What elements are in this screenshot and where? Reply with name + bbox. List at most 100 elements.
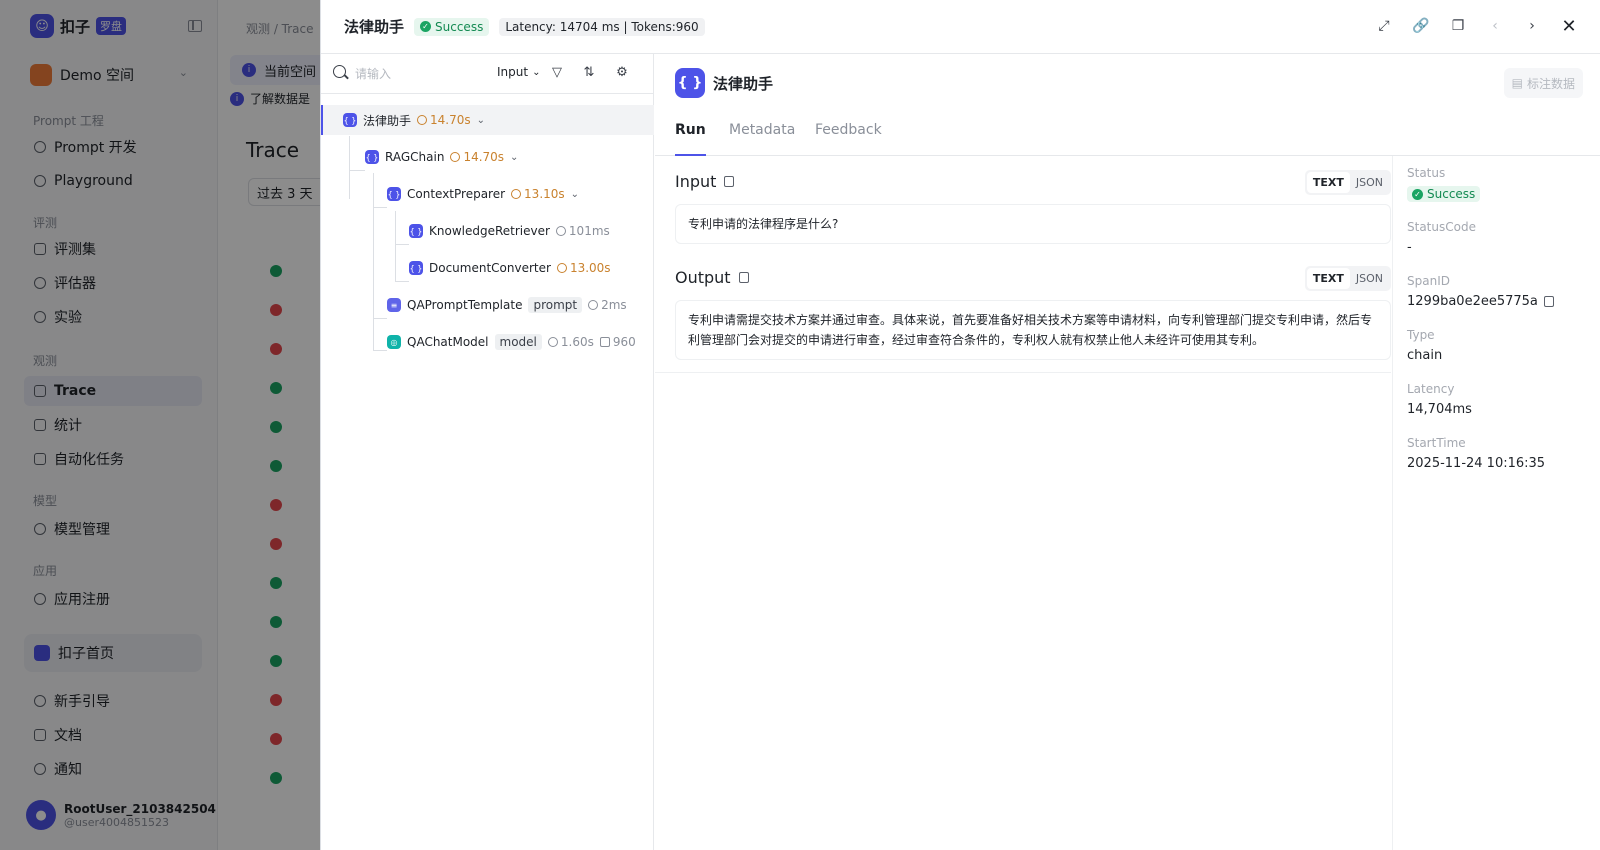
tab-run[interactable]: Run [675, 122, 706, 156]
tab-metadata[interactable]: Metadata [729, 122, 795, 156]
copy-icon[interactable]: ❐ [1448, 15, 1468, 37]
annotate-button[interactable]: ▤ 标注数据 [1503, 68, 1583, 98]
latency-value: 2ms [601, 298, 627, 312]
format-text-button[interactable]: TEXT [1306, 268, 1350, 289]
section-divider [655, 372, 1391, 373]
latency-value: 1.60s [560, 335, 594, 349]
tree-connector [395, 281, 409, 282]
tree-connector [395, 211, 396, 281]
collapse-all-icon[interactable]: ⇅ [581, 64, 597, 80]
expand-icon[interactable]: ⤢ [1374, 15, 1394, 37]
span-type-tag: model [494, 334, 542, 350]
tree-node-legal-assistant[interactable]: { } 法律助手 14.70s ⌄ [321, 105, 654, 135]
output-content: 专利申请需提交技术方案并通过审查。具体来说，首先要准备好相关技术方案等申请材料，… [675, 300, 1391, 360]
input-label: Input [675, 172, 717, 191]
meta-latency: Latency 14,704ms [1407, 382, 1472, 417]
status-badge: ✓ Success [1407, 186, 1481, 202]
meta-label: SpanID [1407, 274, 1450, 288]
chevron-right-icon[interactable]: › [1522, 15, 1542, 37]
clock-icon [556, 263, 567, 273]
tree-node-context-preparer[interactable]: { } ContextPreparer 13.10s ⌄ [387, 179, 579, 209]
chain-icon: { } [409, 224, 423, 238]
prompt-template-icon: ≡ [387, 298, 401, 312]
tree-node-ragchain[interactable]: { } RAGChain 14.70s ⌄ [365, 142, 518, 172]
clock-icon [511, 189, 522, 199]
span-latency: 14.70s [417, 113, 471, 127]
tab-feedback[interactable]: Feedback [815, 122, 882, 156]
copy-icon[interactable] [738, 272, 749, 283]
span-latency: 13.00s [556, 261, 611, 275]
tree-node-qa-chat-model[interactable]: ◎ QAChatModel model 1.60s 960 [387, 327, 636, 357]
header-actions: ⤢ 🔗 ❐ ‹ › ✕ [1374, 15, 1579, 37]
chevron-down-icon: ⌄ [532, 66, 541, 78]
clock-icon [555, 226, 566, 236]
latency-value: 14.70s [430, 113, 471, 127]
span-latency: 1.60s [547, 335, 594, 349]
filter-icon[interactable]: ▽ [549, 64, 565, 80]
tokens-value: 960 [612, 335, 636, 349]
check-icon: ✓ [1412, 188, 1423, 200]
copy-icon[interactable] [724, 176, 735, 187]
meta-type: Type chain [1407, 328, 1442, 363]
span-header: { } 法律助手 [675, 68, 773, 98]
input-content: 专利申请的法律程序是什么? [675, 204, 1391, 244]
tree-node-knowledge-retriever[interactable]: { } KnowledgeRetriever 101ms [409, 216, 610, 246]
annotate-label: 标注数据 [1526, 76, 1575, 91]
tree-node-document-converter[interactable]: { } DocumentConverter 13.00s [409, 253, 611, 283]
span-name: QAChatModel [407, 335, 489, 349]
output-section: Output TEXT JSON 专利申请需提交技术方案并通过审查。具体来说，首… [675, 266, 1391, 366]
latency-value: 101ms [568, 224, 610, 238]
search-field-select[interactable]: Input ⌄ [497, 65, 540, 79]
meta-label: StartTime [1407, 436, 1466, 450]
chevron-down-icon[interactable]: ⌄ [571, 189, 579, 200]
meta-label: Latency [1407, 382, 1455, 396]
tree-node-qa-prompt-template[interactable]: ≡ QAPromptTemplate prompt 2ms [387, 290, 627, 320]
copy-icon[interactable] [1543, 296, 1554, 307]
close-icon[interactable]: ✕ [1559, 15, 1579, 37]
meta-value: - [1407, 240, 1412, 255]
meta-value: chain [1407, 348, 1443, 363]
gear-icon[interactable]: ⚙ [614, 64, 630, 80]
check-icon: ✓ [420, 21, 432, 32]
span-name: KnowledgeRetriever [429, 224, 550, 238]
link-icon[interactable]: 🔗 [1411, 15, 1431, 37]
select-value: Input [497, 65, 529, 79]
span-tree-panel: Input⌄ ▽ ⇅ ⚙ { } 法律助手 14.70s ⌄ { } RAGCh… [321, 54, 654, 850]
meta-status-code: StatusCode - [1407, 220, 1476, 255]
chevron-left-icon[interactable]: ‹ [1485, 15, 1505, 37]
output-label: Output [675, 268, 731, 287]
format-json-button[interactable]: JSON [1350, 268, 1389, 289]
status-text: Success [435, 19, 484, 34]
chain-icon: { } [409, 261, 423, 275]
tree-connector [395, 244, 409, 245]
format-json-button[interactable]: JSON [1350, 172, 1389, 193]
format-text-button[interactable]: TEXT [1306, 172, 1350, 193]
clock-icon [450, 152, 461, 162]
chevron-down-icon[interactable]: ⌄ [510, 152, 518, 163]
status-badge: ✓ Success [414, 17, 490, 36]
search-input[interactable] [355, 63, 485, 85]
model-icon: ◎ [387, 335, 401, 349]
clock-icon [588, 300, 599, 310]
input-heading: Input [675, 172, 735, 191]
span-latency: 14.70s [450, 150, 504, 164]
span-latency: 2ms [588, 298, 627, 312]
tree-connector [373, 350, 387, 351]
latency-value: 13.10s [524, 187, 565, 201]
meta-start-time: StartTime 2025-11-24 10:16:35 [1407, 436, 1545, 471]
span-tokens: 960 [599, 335, 636, 349]
drawer-header: 法律助手 ✓ Success Latency: 14704 ms | Tokens… [321, 0, 1600, 54]
chevron-down-icon[interactable]: ⌄ [477, 115, 485, 126]
chain-icon: { } [365, 150, 379, 164]
search-icon [333, 65, 346, 78]
tag-icon: ▤ [1511, 76, 1523, 90]
drawer-title: 法律助手 [344, 18, 405, 36]
span-name: ContextPreparer [407, 187, 506, 201]
meta-label: StatusCode [1407, 220, 1476, 234]
input-section: Input TEXT JSON 专利申请的法律程序是什么? [675, 170, 1391, 250]
span-name: DocumentConverter [429, 261, 551, 275]
latency-value: 13.00s [569, 261, 611, 275]
detail-tabs: Run Metadata Feedback [655, 116, 1600, 156]
span-latency: 13.10s [511, 187, 565, 201]
meta-value: 2025-11-24 10:16:35 [1407, 456, 1546, 471]
